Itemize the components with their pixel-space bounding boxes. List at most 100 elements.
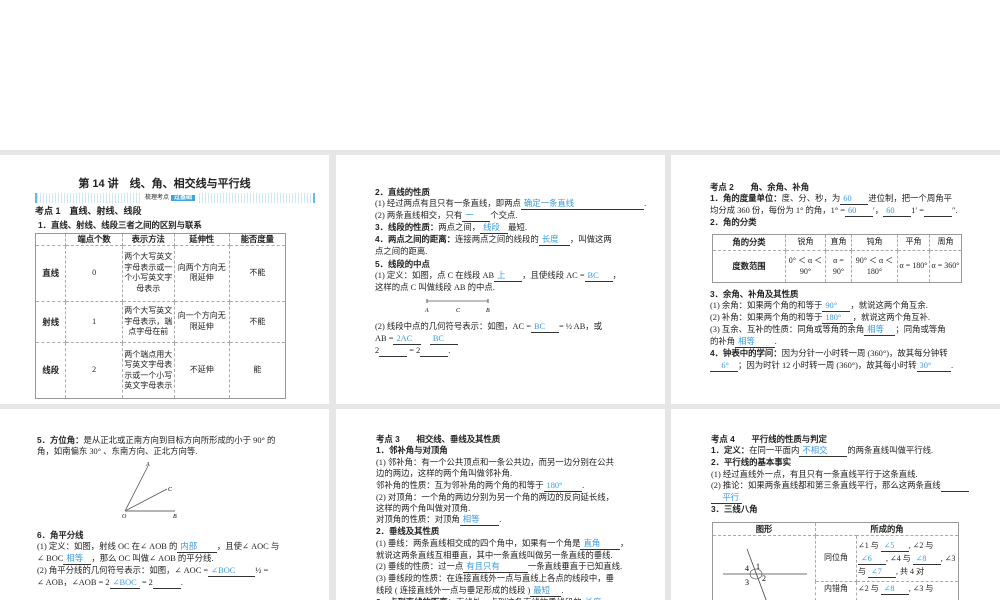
header-cell: 能否度量 <box>228 233 287 246</box>
alternate-angles: ∠2 与 ∠8, ∠3 与 <box>856 581 959 600</box>
answer-blank <box>924 206 953 218</box>
corresponding-angles: ∠1 与 ∠5, ∠2 与 ∠6, ∠4 与 ∠8, ∠3 与 ∠7, 共 4 … <box>856 535 959 582</box>
text: . <box>774 337 777 347</box>
text: . <box>951 360 954 370</box>
answer-blank: 内部 <box>177 542 217 554</box>
bold-label: 考点 2 角、余角、补角 <box>710 182 810 192</box>
cell: 锐角 <box>785 233 826 252</box>
slide-1[interactable]: 第 14 讲 线、角、相交线与平行线 梳理考点 过基础 考点 1 直线、射线、线段… <box>0 155 329 404</box>
answer-blank: 线段 <box>480 223 509 235</box>
text: (1) 邻补角：有一个公共顶点和一条公共边，而另一边分别在公共 <box>376 457 614 467</box>
text-line: 考点 3 相交线、垂线及其性质 <box>376 434 630 445</box>
text-block: 5．方位角：是从正北或正南方向到目标方向所形成的小于 90° 的角，如南偏东 3… <box>37 435 275 458</box>
text: 因为分针一小时转一周 (360°)，故其每分钟转 <box>781 349 948 359</box>
row-label: 直线 <box>34 245 67 302</box>
bold-label: 4．两点之间的距离： <box>375 234 456 245</box>
text: ；同角或等角 <box>895 325 946 335</box>
text-line: (1) 垂线：两条直线相交成的四个角中，如果有一个角是 直角 ， <box>376 538 630 550</box>
point-label: C <box>168 487 173 493</box>
cell: 直角 <box>825 233 852 252</box>
answer-blank: 长度 <box>538 235 570 247</box>
text: ∠ BOC <box>37 554 64 564</box>
answer-blank: 90° <box>822 301 851 313</box>
text-line: (1) 经过两点有且只有一条直线，即两点 确定一条直线 . <box>375 198 647 211</box>
answer-blank: 直角 <box>580 539 620 550</box>
answer-blank: BC <box>530 322 559 333</box>
point-label: C <box>456 308 461 314</box>
text-block: 5．线段的中点 (1) 定义：如图，点 C 在线段 AB 上，且使线段 AC = BC… <box>375 259 621 294</box>
slide-4[interactable]: 5．方位角：是从正北或正南方向到目标方向所形成的小于 90° 的角，如南偏东 3… <box>0 409 329 600</box>
answer-blank: 180° <box>543 481 583 492</box>
bold-label: 2．平行线的基本事实 <box>711 457 792 468</box>
text-line: 平行 <box>711 492 969 505</box>
angle-text: ∠2 与 <box>858 584 879 593</box>
text-block: 考点 4 平行线的性质与判定 1．定义：在同一平面内 不相交 的两条直线叫做平行线.… <box>711 434 969 516</box>
text: ½ = <box>255 566 269 576</box>
text-line: 就说这两条直线互相垂直，其中一条直线叫做另一条直线的垂线. <box>376 550 630 561</box>
text-line: 这样的点 C 叫做线段 AB 的中点. <box>375 282 621 293</box>
row-label: 线段 <box>34 342 67 399</box>
table-row: 线段 2 两个端点用大写英文字母表示或一个小写英文字母表示 不延伸能 <box>34 342 287 399</box>
text-line: (1) 邻补角：有一个公共顶点和一条公共边，而另一边分别在公共 <box>376 457 630 468</box>
text: (1) 垂线：两条直线相交成的四个角中，如果有一个角是 <box>376 538 581 548</box>
text-line: (1) 经过直线外一点，有且只有一条直线平行于这条直线. <box>711 469 969 480</box>
text: 邻补角的性质：互为邻补角的两个角的和等于 <box>376 480 544 490</box>
figure-cell: 413 2 <box>712 535 816 600</box>
header-cell: 表示方法 <box>121 233 175 246</box>
point-label: B <box>173 514 177 519</box>
angle-text: , ∠3 与 <box>908 584 934 593</box>
answer-blank: 相等 <box>864 325 896 337</box>
cell: 0° ＜ α ＜ 90° <box>785 250 826 283</box>
text: (3) 互余、互补的性质：同角或等角的余角 <box>710 325 865 335</box>
text: 对顶角的性质：对顶角 <box>376 515 460 525</box>
bold-label: 3．余角、补角及其性质 <box>710 289 799 299</box>
slide-2[interactable]: 2．直线的性质 (1) 经过两点有且只有一条直线，即两点 确定一条直线 . (2) 两… <box>336 155 665 404</box>
cell: 1 <box>65 300 123 344</box>
text: 这样的点 C 叫做线段 AB 的中点. <box>375 283 495 293</box>
bold-label: 3．线段的性质： <box>375 222 439 233</box>
point-label: A <box>145 462 150 468</box>
text: 1′ = <box>911 206 925 216</box>
text: . <box>561 585 564 595</box>
answer-blank: 相等 <box>459 515 500 527</box>
slide-3[interactable]: 考点 2 角、余角、补角 1．角的度量单位：度、分、秒，为 60 进位制，把一个周角平… <box>671 155 1000 404</box>
text: (1) 定义：如图，射线 OC 在∠ AOB 的 <box>37 542 178 552</box>
slide-5[interactable]: 考点 3 相交线、垂线及其性质 1．邻补角与对顶角 (1) 邻补角：有一个公共顶点和… <box>336 409 665 600</box>
section-banner: 梳理考点 过基础 <box>35 193 315 203</box>
cell: 平角 <box>897 233 930 252</box>
answer-blank: 确定一条直线 <box>520 199 645 211</box>
text: (1) 经过两点有且只有一条直线，即两点 <box>375 199 521 209</box>
angle-type: 同位角 <box>815 535 857 582</box>
answer-blank: ∠BOC <box>109 578 140 590</box>
text: = 2 <box>407 346 421 355</box>
header-cell: 端点个数 <box>65 233 123 246</box>
text: (1) 余角：如果两个角的和等于 <box>710 301 823 311</box>
text: (2) 补角：如果两个角的和等于 <box>710 313 823 323</box>
row-label: 射线 <box>34 300 67 344</box>
angle-label: 2 <box>762 574 766 583</box>
section-heading: 考点 1 直线、射线、线段 <box>35 206 142 216</box>
text: (1) 定义：如图，点 C 在线段 AB <box>375 271 495 281</box>
table-row: 射线 1 两个大写英文字母表示，端点字母在前 向一个方向无限延伸 不能 <box>34 300 287 344</box>
header-cell: 所成的角 <box>815 522 959 536</box>
answer-blank: 相等 <box>63 554 92 566</box>
cell: α = 360° <box>929 250 962 283</box>
text-line: (3) 互余、互补的性质：同角或等角的余角 相等 ；同角或等角 <box>710 324 953 337</box>
text: 连接两点之间的线段的 <box>455 235 539 245</box>
cell: 周角 <box>929 233 962 252</box>
text: 进位制，把一个周角平 <box>868 194 953 204</box>
text-line: 均分成 360 份，每份为 1° 的角，1° = 60 ′， 60 1′ = ″. <box>710 205 958 218</box>
text: . <box>644 199 647 209</box>
text: ；因为时针 12 小时转一周 (360°)，故其每小时转 <box>738 360 917 370</box>
text: ′， <box>872 206 884 216</box>
text: ，就说这两个角互余. <box>850 301 928 311</box>
angle-label: 1 <box>756 562 760 571</box>
text: (2) 推论：如果两条直线都和第三条直线平行，那么这两条直线 <box>711 481 941 491</box>
text: (1) 经过直线外一点，有且只有一条直线平行于这条直线. <box>711 469 918 479</box>
cell: 两个大写英文字母表示或一个小写英文字母表示 <box>121 245 175 302</box>
text-line: 2．垂线及其性质 <box>376 526 630 537</box>
cell: α = 180° <box>897 250 930 283</box>
slide-6[interactable]: 考点 4 平行线的性质与判定 1．定义：在同一平面内 不相交 的两条直线叫做平行线.… <box>671 409 1000 600</box>
text-line: 3．线段的性质：两点之间， 线段 最短. <box>375 222 646 235</box>
text: = 2 <box>139 578 153 588</box>
